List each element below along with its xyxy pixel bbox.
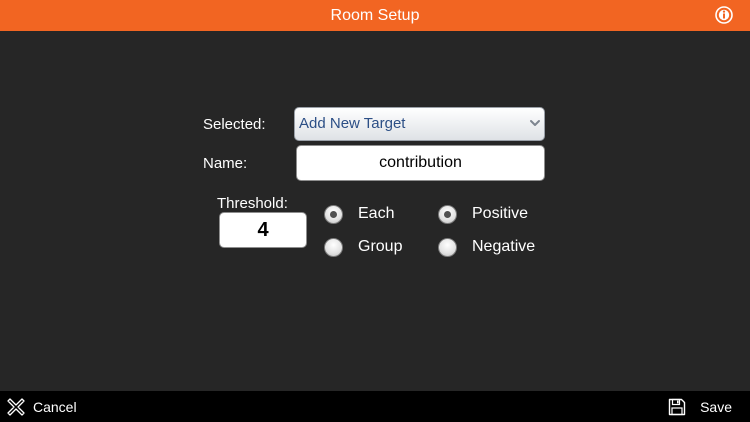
- radio-each-label: Each: [358, 205, 395, 222]
- radio-group-label: Group: [358, 238, 403, 255]
- title-bar: Room Setup: [0, 0, 750, 31]
- selected-label: Selected:: [203, 116, 266, 133]
- radio-positive-indicator: [438, 204, 457, 224]
- name-label: Name:: [203, 155, 248, 172]
- save-label: Save: [700, 398, 732, 415]
- threshold-field[interactable]: [219, 212, 307, 248]
- page-title: Room Setup: [330, 7, 420, 24]
- target-select[interactable]: Add New Target: [294, 107, 545, 141]
- save-button[interactable]: Save: [668, 391, 732, 422]
- radio-positive-label: Positive: [472, 205, 529, 222]
- close-x-icon: [7, 397, 25, 416]
- radio-group-indicator: [324, 237, 343, 257]
- name-field[interactable]: [296, 145, 545, 181]
- cancel-label: Cancel: [33, 398, 77, 415]
- chevron-down-icon: [530, 120, 540, 126]
- radio-each-indicator: [324, 204, 343, 224]
- floppy-disk-icon: [668, 398, 686, 415]
- radio-negative[interactable]: Negative: [438, 236, 535, 258]
- target-select-value: Add New Target: [299, 115, 406, 132]
- radio-negative-label: Negative: [472, 238, 536, 255]
- cancel-button[interactable]: Cancel: [5, 391, 77, 422]
- bottom-toolbar: Cancel Save: [0, 391, 750, 422]
- radio-negative-indicator: [438, 237, 457, 257]
- threshold-label: Threshold:: [217, 195, 288, 212]
- radio-each[interactable]: Each: [324, 203, 394, 225]
- info-icon[interactable]: [715, 6, 733, 24]
- radio-positive[interactable]: Positive: [438, 203, 528, 225]
- radio-group[interactable]: Group: [324, 236, 402, 258]
